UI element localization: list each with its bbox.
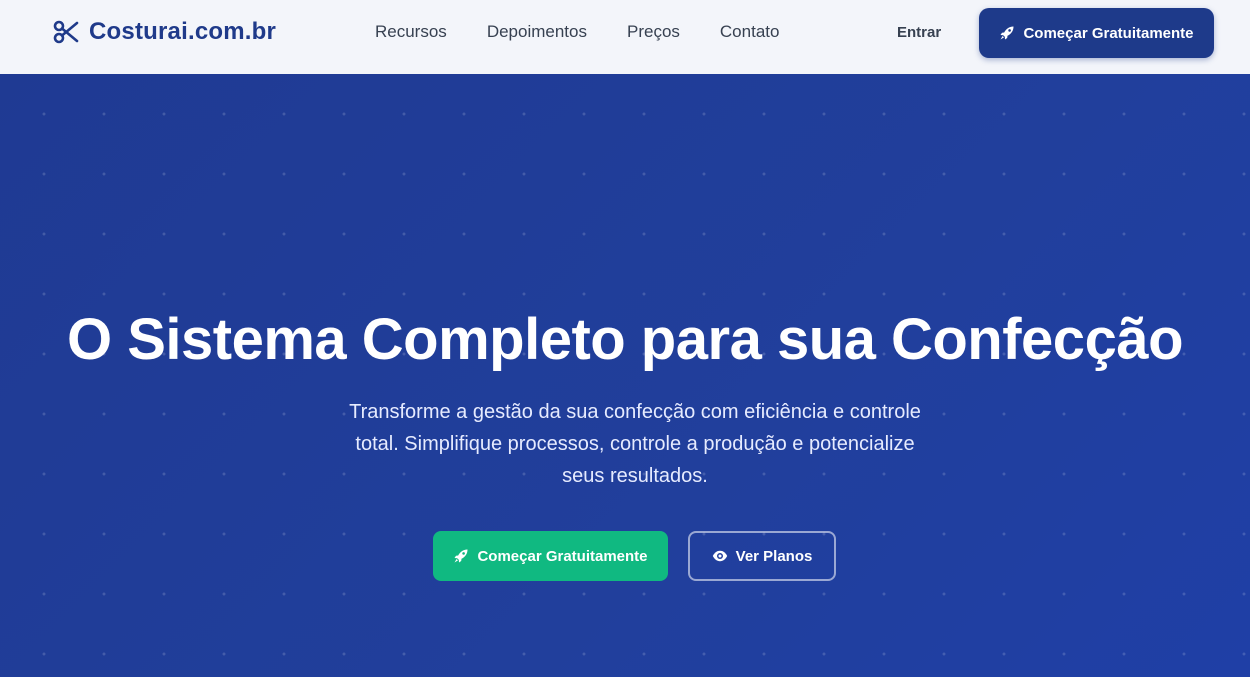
brand-name: Costurai.com.br bbox=[89, 18, 277, 45]
nav-start-free-button[interactable]: Começar Gratuitamente bbox=[979, 8, 1214, 58]
scissors-icon bbox=[53, 19, 79, 45]
hero-subtitle: Transforme a gestão da sua confecção com… bbox=[349, 401, 921, 487]
hero-start-free-label: Começar Gratuitamente bbox=[477, 547, 648, 565]
hero-start-free-button[interactable]: Começar Gratuitamente bbox=[433, 531, 668, 581]
rocket-icon bbox=[999, 25, 1015, 41]
brand-logo-link[interactable]: Costurai.com.br bbox=[53, 18, 276, 46]
login-link[interactable]: Entrar bbox=[897, 24, 941, 41]
hero-section: O Sistema Completo para sua Confecção Tr… bbox=[0, 74, 1250, 677]
view-plans-button[interactable]: Ver Planos bbox=[688, 531, 836, 581]
view-plans-label: Ver Planos bbox=[735, 547, 813, 565]
nav-start-free-label: Começar Gratuitamente bbox=[1023, 24, 1194, 42]
nav-link-depoimentos[interactable]: Depoimentos bbox=[487, 22, 587, 42]
eye-icon bbox=[712, 548, 728, 564]
nav-link-contato[interactable]: Contato bbox=[720, 22, 780, 42]
dot-pattern-background bbox=[0, 74, 1250, 677]
hero-title: O Sistema Completo para sua Confecção bbox=[66, 307, 1184, 372]
rocket-icon bbox=[453, 548, 469, 564]
nav-link-precos[interactable]: Preços bbox=[627, 22, 680, 42]
navbar: Costurai.com.br Recursos Depoimentos Pre… bbox=[0, 0, 1250, 74]
hero-actions: Começar Gratuitamente Ver Planos bbox=[433, 531, 836, 581]
nav-links: Recursos Depoimentos Preços Contato bbox=[375, 22, 779, 42]
nav-link-recursos[interactable]: Recursos bbox=[375, 22, 447, 42]
